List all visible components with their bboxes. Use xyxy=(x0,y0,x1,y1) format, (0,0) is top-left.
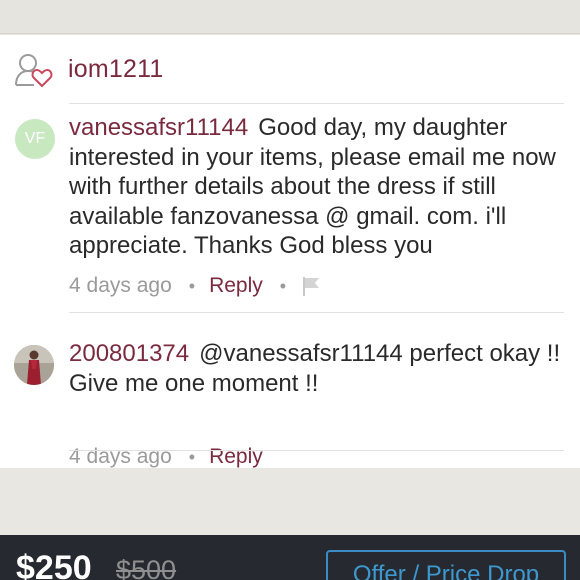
comment-username[interactable]: 200801374 xyxy=(69,340,189,367)
comment-timestamp: 4 days ago xyxy=(69,445,172,468)
avatar-initials: VF xyxy=(24,130,46,147)
separator-dot: • xyxy=(279,275,287,296)
comment-body: vanessafsr11144 Good day, my daughter int… xyxy=(69,113,569,261)
reply-button[interactable]: Reply xyxy=(209,274,263,298)
separator-dot: • xyxy=(188,275,196,296)
divider xyxy=(69,450,564,451)
original-price: $500 xyxy=(116,555,177,580)
owner-username[interactable]: iom1211 xyxy=(68,55,163,84)
top-strip xyxy=(0,0,580,34)
comments-card: iom1211 VF vanessafsr11144 Good day, my d… xyxy=(0,35,580,468)
reply-button[interactable]: Reply xyxy=(209,445,263,469)
flag-icon[interactable] xyxy=(300,275,322,297)
listing-owner-row: iom1211 xyxy=(0,35,580,103)
comment-username[interactable]: vanessafsr11144 xyxy=(69,114,248,141)
comment-timestamp: 4 days ago xyxy=(69,274,172,297)
offer-price-drop-button[interactable]: Offer / Price Drop xyxy=(326,550,566,580)
avatar[interactable]: VF xyxy=(15,119,55,159)
divider xyxy=(69,312,564,313)
purchase-bar: $250 $500 Offer / Price Drop xyxy=(0,535,580,580)
user-heart-icon xyxy=(14,52,54,88)
comment-meta: 4 days ago • Reply xyxy=(69,442,569,472)
comment-meta: 4 days ago • Reply • xyxy=(69,271,569,301)
divider xyxy=(69,103,564,104)
price: $250 xyxy=(16,549,92,580)
profile-photo-icon xyxy=(14,345,54,385)
avatar[interactable] xyxy=(14,345,54,385)
comment-body: 200801374 @vanessafsr11144 perfect okay !… xyxy=(69,339,569,398)
